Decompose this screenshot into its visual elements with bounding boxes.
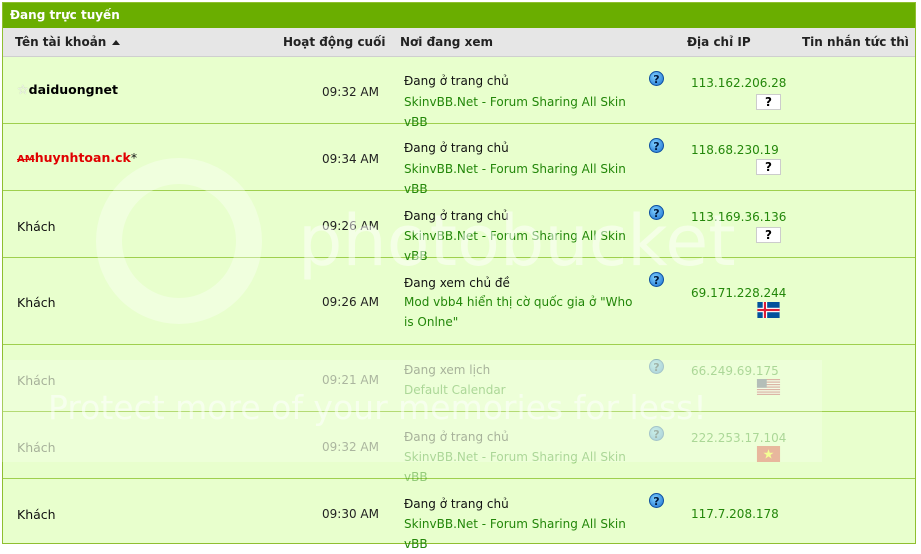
unknown-flag-icon: ? [756,227,781,243]
table-row: Khách 09:30 AM Đang ở trang chủ ? SkinvB… [3,479,915,551]
watermark-circle [96,158,262,324]
unknown-flag-icon: ? [756,94,781,110]
user-suffix: * [130,150,138,165]
location-status: Đang ở trang chủ [404,497,509,511]
location-link[interactable]: Mod vbb4 hiển thị cờ quốc gia ở "Who is … [404,292,644,332]
last-activity: 09:26 AM [322,295,379,309]
location-status: Đang ở trang chủ [404,74,509,88]
sort-ascending-icon [112,40,121,45]
column-header-location[interactable]: Nơi đang xem [400,35,493,49]
user-cell: Khách [17,219,56,234]
user-link[interactable]: daiduongnet [29,82,118,97]
last-activity: 09:34 AM [322,152,379,166]
user-cell: AMhuynhtoan.ck* [17,150,137,165]
location-status: Đang ở trang chủ [404,141,509,155]
column-header-ip[interactable]: Địa chỉ IP [687,35,751,49]
help-icon[interactable]: ? [649,71,664,86]
location-link[interactable]: SkinvBB.Net - Forum Sharing All Skin vBB [404,514,644,554]
ip-address[interactable]: 118.68.230.19 [691,143,779,157]
ip-address[interactable]: 69.171.228.244 [691,286,786,300]
watermark-logo: photobucket [298,200,736,282]
last-activity: 09:30 AM [322,507,379,521]
table-header: Tên tài khoản Hoạt động cuối Nơi đang xe… [3,28,915,57]
help-icon[interactable]: ? [649,138,664,153]
unknown-flag-icon: ? [756,159,781,175]
watermark-text: Protect more of your memories for less! [48,388,707,427]
column-header-activity[interactable]: Hoạt động cuối [283,35,385,49]
last-activity: 09:32 AM [322,85,379,99]
rank-tag: AM [17,154,35,165]
user-cell: Khách [17,507,56,522]
ip-address[interactable]: 117.7.208.178 [691,507,779,521]
column-header-pm[interactable]: Tin nhắn tức thì [802,35,909,49]
column-header-account[interactable]: Tên tài khoản [15,35,121,49]
panel-title: Đang trực tuyến [3,3,915,28]
help-icon[interactable]: ? [649,493,664,508]
table-row: ☆daiduongnet 09:32 AM Đang ở trang chủ ?… [3,57,915,129]
user-cell: ☆daiduongnet [17,82,118,98]
user-link[interactable]: huynhtoan.ck [35,150,131,165]
iceland-flag-icon [757,302,780,318]
ip-address[interactable]: 113.162.206.28 [691,76,786,90]
user-cell: Khách [17,295,56,310]
star-icon: ☆ [17,83,29,98]
